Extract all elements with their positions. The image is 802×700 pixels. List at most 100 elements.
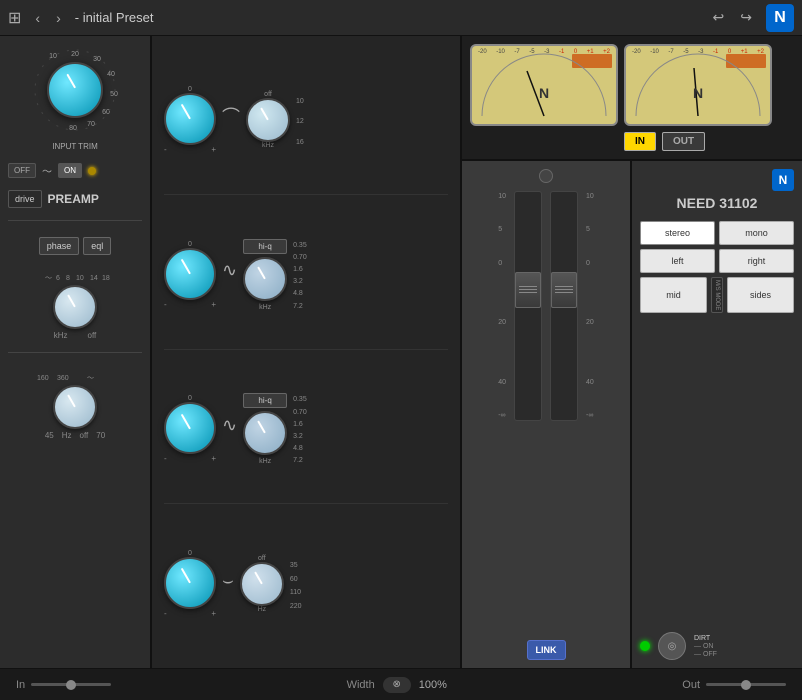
need-panel: N NEED 31102 stereo mono left right mid [632,161,802,668]
eq4-freq-knob[interactable] [240,562,284,606]
svg-text:8: 8 [66,275,70,282]
eq2-minus: - [164,300,167,309]
dirt-button[interactable]: ◎ [658,632,686,660]
khz-off-labels: kHz off [54,331,97,340]
eq2-freq-knob[interactable] [243,257,287,301]
svg-text:6: 6 [56,275,60,282]
lf-freq-knob[interactable] [53,385,97,429]
need-title: NEED 31102 [640,195,794,211]
stereo-button[interactable]: stereo [640,221,715,245]
eq-panel: 0 - + ⌒ off kHz 10 12 16 [152,36,462,668]
link-toggle-icon: ⊗ [393,679,401,690]
eq2-gain-knob[interactable] [164,248,216,300]
eq1-scale: 10 12 16 [296,94,304,146]
svg-text:70: 70 [87,121,95,128]
out-slider-group: Out [682,679,786,691]
fader-top-knob[interactable] [539,169,553,183]
on-button[interactable]: ON [58,163,82,178]
top-bar: ⊞ ‹ › - initial Preset ↩ ↪ N [0,0,802,36]
phase-eql-row: phase eql [39,237,112,255]
svg-text:60: 60 [102,109,110,116]
link-toggle[interactable]: ⊗ [383,677,411,693]
fader-2-handle[interactable] [551,272,577,308]
eq1-freq-area: off kHz [246,91,290,149]
left-button[interactable]: left [640,249,715,273]
app-logo: N [766,4,794,32]
eq3-hiq-button[interactable]: hi-q [243,393,287,408]
svg-text:160: 160 [37,375,49,382]
svg-text:20: 20 [71,51,79,58]
svg-text:80: 80 [69,125,77,132]
in-slider[interactable] [31,683,111,686]
nav-back-button[interactable]: ‹ [29,8,46,28]
hz-scale-45: 45 [45,431,54,440]
mid-button[interactable]: mid [640,277,707,313]
out-button[interactable]: OUT [662,132,705,151]
eq3-scale: 0.35 0.70 1.6 3.2 4.8 7.2 [293,394,307,464]
fader-1-track[interactable] [514,191,542,421]
eq1-minus-plus: - + [164,145,216,154]
grid-icon[interactable]: ⊞ [8,8,21,28]
eq4-plus: + [211,609,216,618]
svg-text:〜: 〜 [45,275,52,282]
input-trim-area: 20 30 40 50 60 70 80 10 [31,46,119,134]
fader-line-6 [555,292,573,293]
fader-line-2 [519,289,537,290]
svg-text:N: N [539,85,549,101]
vu-right-svg: N [626,46,770,124]
eq1-off-label: off [264,91,272,98]
fader-2-track[interactable] [550,191,578,421]
eq3-minus-plus: - + [164,454,216,463]
redo-button[interactable]: ↪ [734,7,758,28]
eq1-gain-knob[interactable] [164,93,216,145]
eq3-freq-knob[interactable] [243,411,287,455]
power-led-green [640,641,650,651]
mono-button[interactable]: mono [719,221,794,245]
mode-column: M/S MODE [711,277,723,313]
svg-text:10: 10 [76,275,84,282]
svg-text:14: 14 [90,275,98,282]
eq-band-3: 0 - + ∿ hi-q kHz 0.35 0.70 1.6 3.2 4 [164,356,448,505]
fader-need-area: 10 5 0 20 40 -∞ [462,161,802,668]
off-button[interactable]: OFF [8,163,36,178]
right-panel: -20 -10 -7 -5 -3 -1 0 +1 +2 [462,36,802,668]
fader-line-4 [555,286,573,287]
eq1-freq-knob[interactable] [246,98,290,142]
need-spacer [640,321,794,624]
fader-right-scale: 10 5 0 20 40 -∞ [586,191,594,421]
eq-band-1: 0 - + ⌒ off kHz 10 12 16 [164,46,448,195]
hf-knob-area: 〜 6 8 10 14 18 kHz off [40,269,110,340]
eql-button[interactable]: eql [83,237,111,255]
eq3-gain-knob[interactable] [164,402,216,454]
width-label: Width [347,679,375,691]
eq3-minus: - [164,454,167,463]
left-right-row: left right [640,249,794,273]
input-trim-knob[interactable] [47,62,103,118]
khz-label: kHz [54,331,68,340]
sides-button[interactable]: sides [727,277,794,313]
right-button[interactable]: right [719,249,794,273]
hz-scale-svg: 160 360 〜 [35,369,115,383]
preset-name: - initial Preset [75,10,699,25]
phase-button[interactable]: phase [39,237,80,255]
eq4-gain-knob[interactable] [164,557,216,609]
need-logo-area: N [640,169,794,191]
eq2-gain-zero: 0 [188,241,192,248]
nav-forward-button[interactable]: › [50,8,67,28]
drive-button[interactable]: drive [8,190,42,208]
in-out-buttons: IN OUT [624,132,772,151]
hf-freq-knob[interactable] [53,285,97,329]
fader-panel: 10 5 0 20 40 -∞ [462,161,632,668]
bottom-bar: In Width ⊗ 100% Out [0,668,802,700]
eq2-hiq-button[interactable]: hi-q [243,239,287,254]
in-button[interactable]: IN [624,132,656,151]
link-button[interactable]: LINK [527,640,566,660]
fader-1-handle[interactable] [515,272,541,308]
width-pct: 100% [419,679,447,691]
eq3-freq-hiq: hi-q kHz [243,393,287,465]
undo-button[interactable]: ↩ [707,7,731,28]
eq4-gain-area: 0 - + [164,550,216,618]
preamp-label: PREAMP [48,192,99,206]
out-slider[interactable] [706,683,786,686]
hz-scale-70: 70 [96,431,105,440]
